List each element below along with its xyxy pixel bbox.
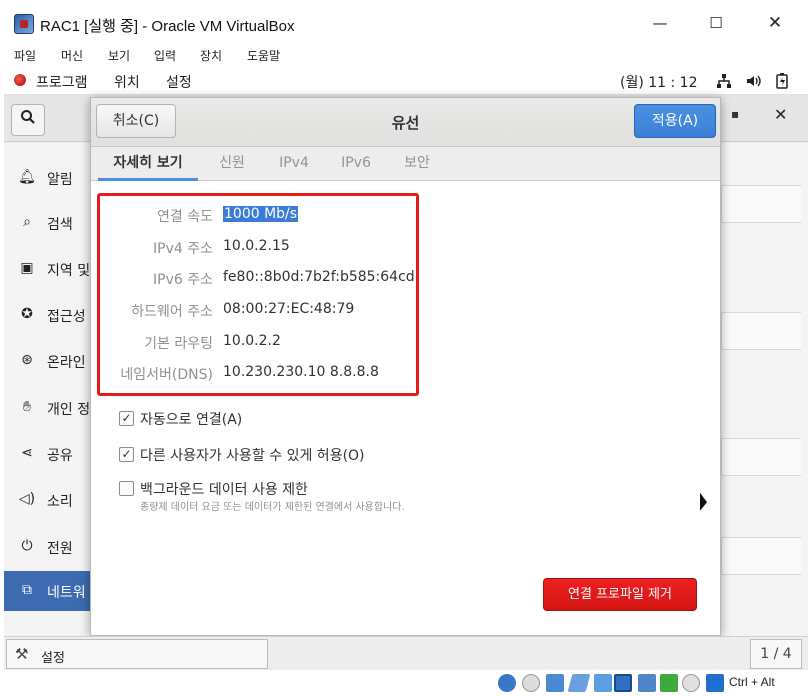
tab-security[interactable]: 보안 bbox=[392, 147, 442, 181]
sidebar-item-network[interactable]: ⧉ 네트워 bbox=[4, 571, 104, 611]
menu-machine[interactable]: 머신 bbox=[61, 47, 83, 64]
settings-close-button[interactable]: ✕ bbox=[774, 105, 787, 124]
usb-icon[interactable] bbox=[594, 674, 612, 692]
link-speed-value[interactable]: 1000 Mb/s bbox=[223, 206, 299, 222]
default-route-value[interactable]: 10.0.2.2 bbox=[223, 333, 281, 349]
tools-icon: ⚒ bbox=[15, 645, 29, 663]
bell-icon: 🔔︎ bbox=[18, 169, 36, 185]
window-titlebar: RAC1 [실행 중] - Oracle VM VirtualBox — ☐ ✕ bbox=[0, 0, 808, 46]
network-row[interactable] bbox=[721, 438, 801, 476]
network-row[interactable] bbox=[721, 312, 801, 350]
taskbar-settings-item[interactable]: ⚒ 설정 bbox=[6, 639, 268, 669]
menu-input[interactable]: 입력 bbox=[154, 47, 176, 64]
network-row[interactable] bbox=[721, 185, 801, 223]
volume-icon[interactable] bbox=[746, 73, 762, 93]
accessibility-icon: ✪ bbox=[21, 306, 33, 322]
link-speed-label: 연결 속도 bbox=[157, 209, 213, 225]
cancel-button[interactable]: 취소(C) bbox=[96, 104, 176, 138]
ipv6-address-label: IPv6 주소 bbox=[153, 272, 213, 288]
display-icon[interactable] bbox=[638, 674, 656, 692]
dns-label: 네임서버(DNS) bbox=[120, 367, 213, 383]
network-adapter-icon[interactable] bbox=[567, 674, 591, 692]
allow-all-users-checkbox[interactable]: ✓ bbox=[119, 447, 134, 462]
menu-view[interactable]: 보기 bbox=[108, 47, 130, 64]
app-menu-icon[interactable] bbox=[14, 74, 26, 86]
dns-value[interactable]: 10.230.230.10 8.8.8.8 bbox=[223, 364, 379, 380]
hardware-address-label: 하드웨어 주소 bbox=[131, 304, 213, 320]
apply-button[interactable]: 적용(A) bbox=[634, 104, 716, 138]
taskbar-settings-label: 설정 bbox=[41, 651, 65, 666]
maximize-button[interactable]: ☐ bbox=[693, 6, 739, 40]
power-icon: ⏻ bbox=[21, 538, 33, 554]
gnome-window-list: ⚒ 설정 1 / 4 bbox=[4, 636, 808, 670]
wired-settings-dialog: 유선 취소(C) 적용(A) 자세히 보기 신원 IPv4 IPv6 보안 연결… bbox=[90, 97, 721, 636]
metered-connection-checkbox[interactable] bbox=[119, 481, 134, 496]
sidebar-item-sound[interactable]: ◁) 소리 bbox=[4, 480, 104, 520]
workspace-indicator[interactable]: 1 / 4 bbox=[750, 639, 802, 669]
menu-help[interactable]: 도움말 bbox=[247, 47, 280, 64]
shared-folders-icon[interactable] bbox=[614, 674, 632, 692]
ipv6-address-value[interactable]: fe80::8b0d:7b2f:b585:64cd bbox=[223, 269, 415, 285]
audio-icon[interactable] bbox=[546, 674, 564, 692]
virtualbox-menubar: 파일 머신 보기 입력 장치 도움말 bbox=[0, 46, 808, 66]
default-route-label: 기본 라우팅 bbox=[144, 336, 213, 352]
mouse-integration-icon[interactable] bbox=[682, 674, 700, 692]
battery-icon[interactable] bbox=[776, 73, 788, 93]
camera-icon: ▣ bbox=[20, 260, 34, 276]
menu-file[interactable]: 파일 bbox=[14, 47, 36, 64]
settings-app-menu[interactable]: 설정 bbox=[166, 72, 192, 92]
auto-connect-checkbox[interactable]: ✓ bbox=[119, 411, 134, 426]
sidebar-item-search[interactable]: ⌕ 검색 bbox=[4, 203, 104, 243]
network-icon: ⧉ bbox=[22, 582, 32, 598]
hardware-address-value[interactable]: 08:00:27:EC:48:79 bbox=[223, 301, 354, 317]
video-capture-icon[interactable] bbox=[660, 674, 678, 692]
programs-menu[interactable]: 프로그램 bbox=[36, 72, 88, 92]
settings-sidebar: 🔔︎ 알림 ⌕ 검색 ▣ 지역 및 ✪ 접근성 ⊛ 온라인 ✋︎ 개인 정 ⋖ 공유 ◁) 소리 bbox=[4, 143, 104, 636]
places-menu[interactable]: 위치 bbox=[114, 72, 140, 92]
tab-ipv4[interactable]: IPv4 bbox=[268, 147, 320, 181]
sidebar-item-region[interactable]: ▣ 지역 및 bbox=[4, 249, 104, 289]
search-icon bbox=[21, 110, 35, 124]
window-title: RAC1 [실행 중] - Oracle VM VirtualBox bbox=[40, 18, 295, 35]
sidebar-item-notifications[interactable]: 🔔︎ 알림 bbox=[4, 158, 104, 198]
sidebar-item-power[interactable]: ⏻ 전원 bbox=[4, 527, 104, 567]
network-row[interactable] bbox=[721, 537, 801, 575]
search-icon: ⌕ bbox=[23, 214, 31, 230]
virtualbox-statusbar: Ctrl + Alt bbox=[0, 670, 808, 697]
ipv4-address-value[interactable]: 10.0.2.15 bbox=[223, 238, 290, 254]
metered-connection-description: 종량제 데이터 요금 또는 데이터가 제한된 연결에서 사용합니다. bbox=[140, 502, 405, 513]
ipv4-address-label: IPv4 주소 bbox=[153, 241, 213, 257]
dialog-tabbar: 자세히 보기 신원 IPv4 IPv6 보안 bbox=[91, 147, 720, 181]
speaker-icon: ◁) bbox=[18, 491, 36, 507]
hand-icon: ✋︎ bbox=[23, 399, 31, 415]
sidebar-item-sharing[interactable]: ⋖ 공유 bbox=[4, 434, 104, 474]
online-accounts-icon: ⊛ bbox=[21, 352, 33, 368]
mouse-pointer-icon bbox=[700, 492, 707, 514]
optical-disc-icon[interactable] bbox=[522, 674, 540, 692]
host-key-label[interactable]: Ctrl + Alt bbox=[729, 675, 775, 689]
close-window-button[interactable]: ✕ bbox=[752, 6, 798, 40]
dialog-title: 유선 bbox=[391, 114, 420, 132]
network-wired-icon[interactable] bbox=[716, 73, 732, 93]
virtualbox-logo-icon bbox=[14, 14, 34, 34]
gnome-topbar: 프로그램 위치 설정 (월) 11 : 12 bbox=[4, 66, 808, 95]
dialog-header: 유선 취소(C) 적용(A) bbox=[91, 98, 720, 147]
share-icon: ⋖ bbox=[21, 445, 33, 461]
settings-maximize-button[interactable]: ▪ bbox=[731, 107, 739, 121]
clock[interactable]: (월) 11 : 12 bbox=[620, 72, 698, 92]
keyboard-capture-icon[interactable] bbox=[706, 674, 724, 692]
sidebar-item-accessibility[interactable]: ✪ 접근성 bbox=[4, 295, 104, 335]
hard-disk-icon[interactable] bbox=[498, 674, 516, 692]
tab-identity[interactable]: 신원 bbox=[208, 147, 256, 181]
tab-details[interactable]: 자세히 보기 bbox=[98, 147, 198, 181]
menu-devices[interactable]: 장치 bbox=[200, 47, 222, 64]
sidebar-item-online-accounts[interactable]: ⊛ 온라인 bbox=[4, 341, 104, 381]
search-button[interactable] bbox=[11, 104, 45, 136]
tab-ipv6[interactable]: IPv6 bbox=[330, 147, 382, 181]
minimize-button[interactable]: — bbox=[637, 6, 683, 40]
sidebar-item-privacy[interactable]: ✋︎ 개인 정 bbox=[4, 388, 104, 428]
remove-connection-profile-button[interactable]: 연결 프로파일 제거 bbox=[543, 578, 697, 611]
